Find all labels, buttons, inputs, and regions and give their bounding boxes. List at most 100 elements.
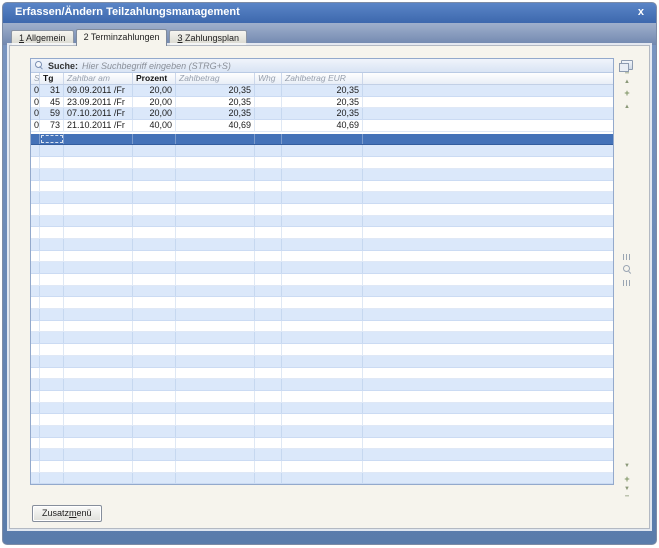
- cell-zahlbetrag_eur: [282, 157, 363, 168]
- scroll-to-top-icon[interactable]: ▲: [618, 75, 636, 86]
- cell-tg: [40, 145, 64, 156]
- cell-zahlbetrag: [176, 332, 255, 343]
- zusatzmenu-button[interactable]: Zusatzmenü: [32, 505, 102, 522]
- cell-s: [31, 227, 40, 238]
- cell-filler: [363, 169, 613, 180]
- cell-s: [31, 391, 40, 402]
- tab-accel: 2: [84, 32, 89, 42]
- cell-zahlbar_am: [64, 192, 133, 203]
- column-header-prozent[interactable]: Prozent: [133, 73, 176, 84]
- cell-prozent: [133, 379, 176, 390]
- empty-row[interactable]: [31, 379, 613, 391]
- cell-filler: [363, 274, 613, 285]
- cell-zahlbetrag_eur: [282, 438, 363, 449]
- empty-row[interactable]: [31, 192, 613, 204]
- cell-whg: [255, 157, 282, 168]
- empty-row[interactable]: [31, 344, 613, 356]
- cell-zahlbar_am: [64, 286, 133, 297]
- cell-prozent: [133, 449, 176, 460]
- table-row[interactable]: 04523.09.2011 /Fr20,0020,3520,35: [31, 97, 613, 109]
- empty-row[interactable]: [31, 461, 613, 473]
- grid-header-row[interactable]: STgZahlbar amProzentZahlbetragWhgZahlbet…: [31, 73, 613, 85]
- cell-zahlbar_am: [64, 403, 133, 414]
- table-row[interactable]: 05907.10.2011 /Fr20,0020,3520,35: [31, 108, 613, 120]
- cell-zahlbetrag_eur: [282, 239, 363, 250]
- cell-zahlbetrag_eur: [282, 321, 363, 332]
- empty-row[interactable]: [31, 274, 613, 286]
- empty-row[interactable]: [31, 414, 613, 426]
- add-row-bottom-icon[interactable]: +: [618, 475, 636, 483]
- tab-allgemein[interactable]: 1 Allgemein: [11, 30, 74, 45]
- table-row[interactable]: 07321.10.2011 /Fr40,0040,6940,69: [31, 120, 613, 132]
- cell-filler: [363, 426, 613, 437]
- table-row[interactable]: 03109.09.2011 /Fr20,0020,3520,35: [31, 85, 613, 97]
- cell-filler: [363, 134, 613, 145]
- column-chooser-icon[interactable]: [621, 60, 633, 70]
- cell-whg: [255, 332, 282, 343]
- empty-row[interactable]: [31, 368, 613, 380]
- empty-row[interactable]: [31, 262, 613, 274]
- grip-icon[interactable]: [623, 280, 630, 286]
- window-title: Erfassen/Ändern Teilzahlungsmanagement: [15, 6, 240, 18]
- cell-s: [31, 403, 40, 414]
- empty-row[interactable]: [31, 426, 613, 438]
- grip-icon[interactable]: [623, 254, 630, 260]
- cell-whg: [255, 368, 282, 379]
- cell-s: [31, 449, 40, 460]
- cell-tg: [40, 391, 64, 402]
- empty-row[interactable]: [31, 169, 613, 181]
- cell-tg: [40, 414, 64, 425]
- empty-row[interactable]: [31, 145, 613, 157]
- selected-row[interactable]: [31, 134, 613, 146]
- cell-filler: [363, 227, 613, 238]
- cell-zahlbetrag: [176, 403, 255, 414]
- column-header-filler[interactable]: [363, 73, 613, 84]
- cell-zahlbetrag_eur: [282, 251, 363, 262]
- column-header-zahlbar-am[interactable]: Zahlbar am: [64, 73, 133, 84]
- column-header-tg[interactable]: Tg: [40, 73, 64, 84]
- cell-zahlbar_am: [64, 216, 133, 227]
- cell-tg: [40, 251, 64, 262]
- empty-row[interactable]: [31, 473, 613, 485]
- cell-whg: [255, 262, 282, 273]
- empty-row[interactable]: [31, 239, 613, 251]
- cell-zahlbetrag: [176, 309, 255, 320]
- cell-prozent: [133, 309, 176, 320]
- add-row-icon[interactable]: +: [618, 89, 636, 97]
- cell-zahlbetrag_eur: [282, 379, 363, 390]
- cell-whg: [255, 97, 282, 108]
- empty-row[interactable]: [31, 181, 613, 193]
- empty-row[interactable]: [31, 356, 613, 368]
- empty-row[interactable]: [31, 309, 613, 321]
- scroll-down-icon[interactable]: ▼: [618, 462, 636, 470]
- column-header-zahlbetrag-eur[interactable]: Zahlbetrag EUR: [282, 73, 363, 84]
- empty-row[interactable]: [31, 286, 613, 298]
- column-header-zahlbetrag[interactable]: Zahlbetrag: [176, 73, 255, 84]
- cell-zahlbar_am: [64, 438, 133, 449]
- empty-row[interactable]: [31, 438, 613, 450]
- column-header-whg[interactable]: Whg: [255, 73, 282, 84]
- tab-terminzahlungen[interactable]: 2 Terminzahlungen: [76, 29, 168, 46]
- tab-zahlungsplan[interactable]: 3 Zahlungsplan: [169, 30, 247, 45]
- empty-row[interactable]: [31, 297, 613, 309]
- empty-row[interactable]: [31, 332, 613, 344]
- empty-row[interactable]: [31, 157, 613, 169]
- tab-accel: 3: [177, 33, 182, 43]
- empty-row[interactable]: [31, 227, 613, 239]
- close-icon[interactable]: x: [636, 6, 646, 18]
- payments-grid: Suche: Hier Suchbegriff eingeben (STRG+S…: [30, 58, 614, 485]
- empty-row[interactable]: [31, 321, 613, 333]
- scroll-to-bottom-icon[interactable]: ▼: [618, 485, 636, 496]
- empty-row[interactable]: [31, 403, 613, 415]
- column-header-s[interactable]: S: [31, 73, 40, 84]
- empty-row[interactable]: [31, 216, 613, 228]
- empty-row[interactable]: [31, 391, 613, 403]
- cell-s: [31, 368, 40, 379]
- grid-search-bar[interactable]: Suche: Hier Suchbegriff eingeben (STRG+S…: [31, 59, 613, 73]
- empty-row[interactable]: [31, 251, 613, 263]
- scroll-up-icon[interactable]: ▲: [618, 103, 636, 111]
- cell-prozent: 20,00: [133, 97, 176, 108]
- empty-row[interactable]: [31, 204, 613, 216]
- empty-row[interactable]: [31, 449, 613, 461]
- zoom-icon[interactable]: [622, 264, 632, 274]
